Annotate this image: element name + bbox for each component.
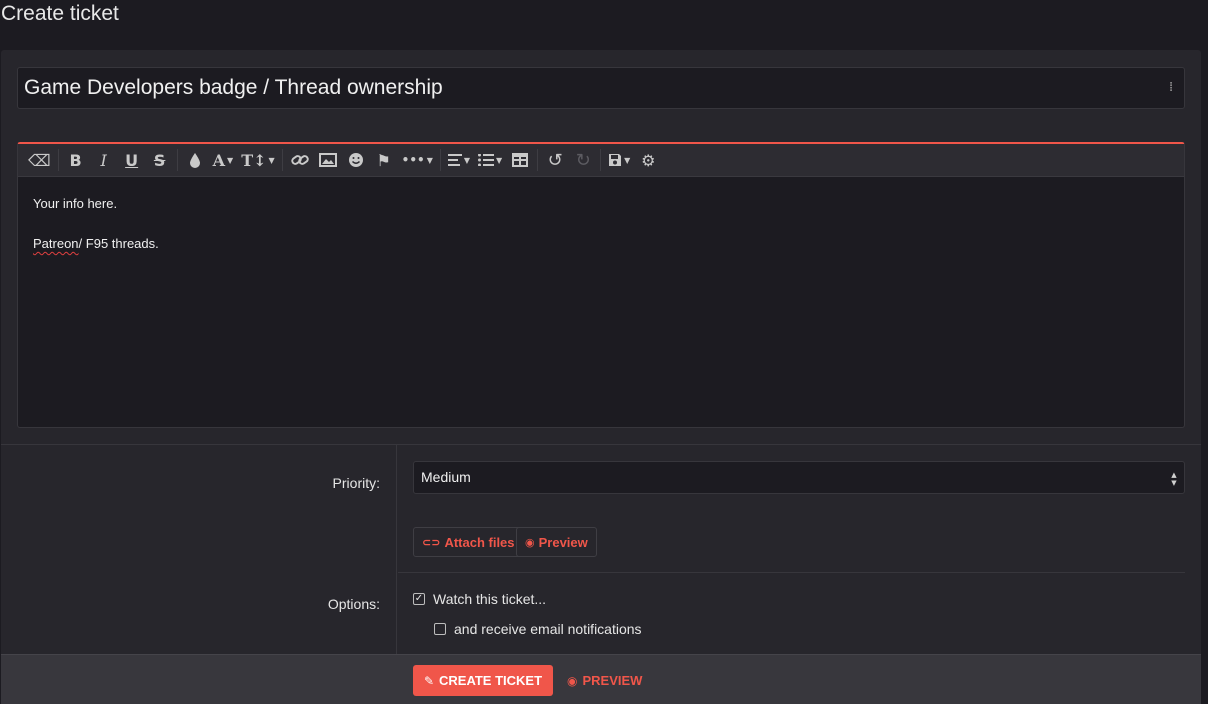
priority-label: Priority:: [332, 475, 380, 491]
label-column: Priority: Options:: [1, 445, 397, 654]
flag-icon[interactable]: ⚑: [370, 147, 398, 173]
toolbar-divider: [600, 149, 602, 171]
editor-content[interactable]: Your info here. Patreon/ F95 threads.: [18, 177, 1184, 291]
priority-selected-value: Medium: [421, 469, 471, 485]
watch-checkbox[interactable]: ✓: [413, 593, 425, 605]
italic-icon[interactable]: I: [90, 147, 118, 173]
footer-preview-button[interactable]: ◉ PREVIEW: [567, 665, 642, 696]
eye-icon: ◉: [567, 673, 578, 688]
link-icon[interactable]: [286, 147, 314, 173]
create-ticket-form: ⁞ ⌫ B I U S A▼ T↕▼ ⚑ •••: [1, 50, 1201, 704]
preview-label: Preview: [538, 534, 588, 550]
title-handle-icon: ⁞: [1169, 80, 1174, 95]
watch-ticket-option[interactable]: ✓ Watch this ticket...: [413, 591, 546, 607]
toolbar-divider: [176, 149, 178, 171]
attach-files-label: Attach files: [444, 534, 515, 550]
form-footer: ✎ CREATE TICKET ◉ PREVIEW: [1, 654, 1201, 704]
list-icon[interactable]: ▼: [474, 147, 506, 173]
editor-toolbar: ⌫ B I U S A ▼ T↕ ▼ ⚑ ••• ▼ ▼ ▼ ↺ ↻ ▼ ⚙: [18, 144, 1184, 177]
editor-line-rest: / F95 threads.: [78, 236, 159, 251]
priority-select[interactable]: Medium ▲▼: [413, 461, 1185, 494]
strikethrough-icon[interactable]: S: [146, 147, 174, 173]
message-editor: ⌫ B I U S A ▼ T↕ ▼ ⚑ ••• ▼ ▼ ▼ ↺ ↻ ▼ ⚙ Y…: [17, 142, 1185, 428]
toolbar-divider: [57, 149, 59, 171]
font-family-icon[interactable]: A ▼: [209, 147, 238, 173]
image-icon[interactable]: [314, 147, 342, 173]
pencil-icon: ✎: [423, 673, 434, 688]
attach-files-button[interactable]: ⊂⊃ Attach files: [413, 527, 524, 557]
watch-label: Watch this ticket...: [433, 591, 547, 607]
select-arrows-icon: ▲▼: [1170, 471, 1178, 487]
table-icon[interactable]: [506, 147, 534, 173]
ticket-title-input[interactable]: [17, 67, 1185, 109]
options-divider: [398, 572, 1185, 573]
more-options-icon[interactable]: ••• ▼: [398, 147, 437, 173]
email-checkbox[interactable]: [434, 623, 446, 635]
toolbar-divider: [537, 149, 539, 171]
page-title: Create ticket: [1, 2, 119, 25]
footer-preview-label: PREVIEW: [582, 673, 643, 688]
smilie-icon[interactable]: [342, 147, 370, 173]
settings-icon[interactable]: ⚙: [634, 147, 662, 173]
underline-icon[interactable]: U: [118, 147, 146, 173]
toolbar-divider: [439, 149, 441, 171]
misspelled-word: Patreon: [33, 236, 79, 251]
preview-button[interactable]: ◉ Preview: [516, 527, 597, 557]
align-icon[interactable]: ▼: [444, 147, 474, 173]
drafts-icon[interactable]: ▼: [604, 147, 634, 173]
editor-line: Patreon/ F95 threads.: [33, 234, 1169, 254]
create-ticket-button[interactable]: ✎ CREATE TICKET: [413, 665, 553, 696]
editor-line: Your info here.: [33, 196, 118, 211]
bold-icon[interactable]: B: [62, 147, 90, 173]
redo-icon[interactable]: ↻: [569, 147, 597, 173]
email-notifications-option[interactable]: and receive email notifications: [434, 621, 642, 637]
text-color-icon[interactable]: [181, 147, 209, 173]
clear-formatting-icon[interactable]: ⌫: [24, 147, 55, 173]
eye-icon: ◉: [525, 535, 535, 549]
undo-icon[interactable]: ↺: [541, 147, 569, 173]
font-size-icon[interactable]: T↕ ▼: [237, 147, 278, 173]
paperclip-icon: ⊂⊃: [422, 535, 441, 549]
create-ticket-label: CREATE TICKET: [439, 673, 543, 688]
toolbar-divider: [281, 149, 283, 171]
options-label: Options:: [327, 596, 380, 612]
email-label: and receive email notifications: [454, 621, 642, 637]
